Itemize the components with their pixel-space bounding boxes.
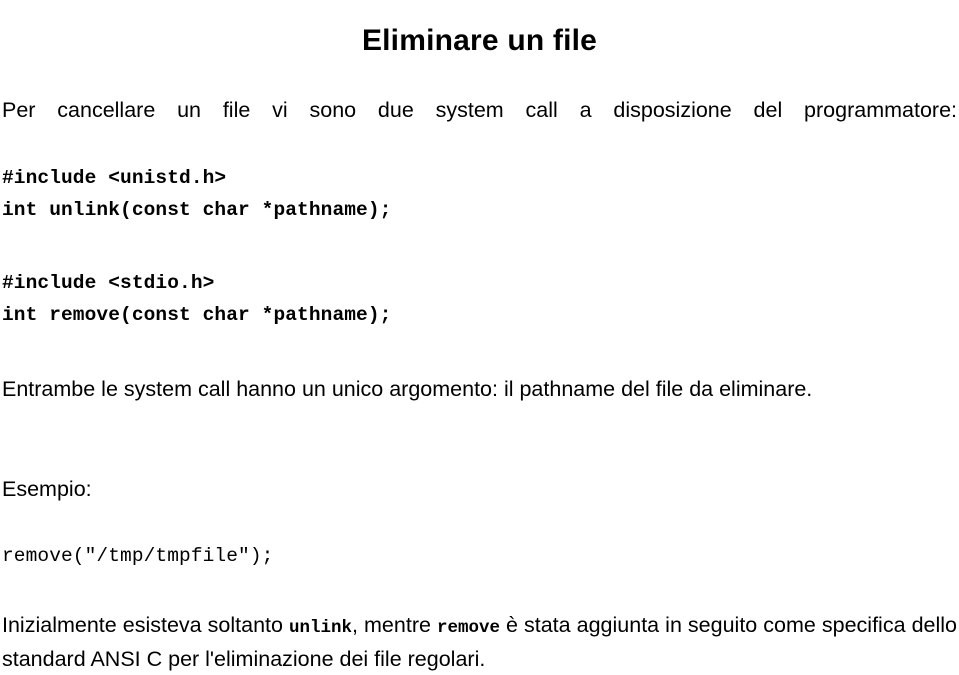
history-paragraph: Inizialmente esisteva soltanto unlink, m… — [2, 610, 957, 675]
code-block-stdio: #include <stdio.h> int remove(const char… — [2, 271, 392, 326]
inline-code-unlink: unlink — [289, 617, 353, 638]
esempio-label: Esempio: — [2, 476, 92, 501]
code-example-remove: remove("/tmp/tmpfile"); — [2, 544, 274, 567]
history-text-part1: Inizialmente esisteva soltanto — [2, 612, 289, 637]
intro-paragraph: Per cancellare un file vi sono due syste… — [2, 97, 957, 122]
inline-code-remove: remove — [436, 617, 500, 638]
code-block-unistd: #include <unistd.h> int unlink(const cha… — [2, 166, 392, 221]
slide-canvas: Eliminare un file Per cancellare un file… — [0, 0, 959, 670]
page-title: Eliminare un file — [361, 24, 598, 58]
arguments-paragraph: Entrambe le system call hanno un unico a… — [2, 376, 813, 401]
history-text-part2: , mentre — [352, 612, 437, 637]
